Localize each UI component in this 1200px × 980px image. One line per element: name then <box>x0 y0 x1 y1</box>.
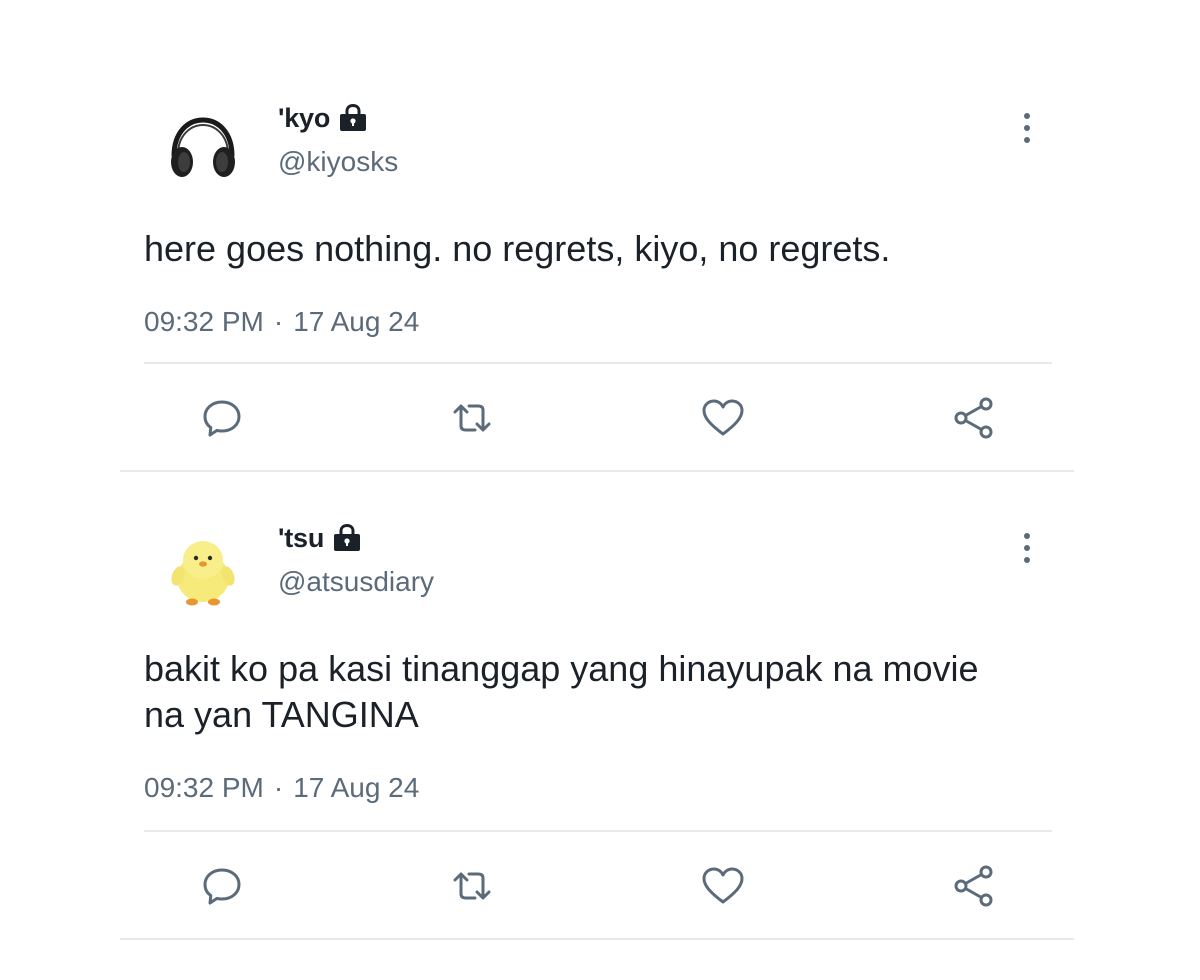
divider <box>144 830 1052 832</box>
handle[interactable]: @atsusdiary <box>278 566 434 598</box>
separator: · <box>273 306 284 337</box>
share-button[interactable] <box>950 394 998 442</box>
separator: · <box>273 772 284 803</box>
tweet-divider <box>120 938 1074 940</box>
share-icon <box>954 397 993 439</box>
avatar[interactable] <box>164 110 242 188</box>
tweet-date: 17 Aug 24 <box>293 772 420 803</box>
chick-plush-icon <box>164 530 242 608</box>
divider <box>144 362 1052 364</box>
tweet-time: 09:32 PM <box>144 306 264 337</box>
retweet-button[interactable] <box>448 394 496 442</box>
action-bar <box>120 854 1074 914</box>
tweet-text: bakit ko pa kasi tinanggap yang hinayupa… <box>144 648 979 735</box>
retweet-icon <box>453 404 491 432</box>
tweet-text: here goes nothing. no regrets, kiyo, no … <box>144 228 891 269</box>
like-icon <box>702 399 744 436</box>
lock-icon <box>340 104 367 131</box>
display-name[interactable]: 'tsu <box>278 523 324 554</box>
tweet-divider <box>120 470 1074 472</box>
reply-icon <box>203 400 241 437</box>
reply-button[interactable] <box>198 394 246 442</box>
like-button[interactable] <box>699 394 747 442</box>
tweet-time: 09:32 PM <box>144 772 264 803</box>
timestamp: 09:32 PM · 17 Aug 24 <box>144 772 419 804</box>
headphones-icon <box>164 110 242 188</box>
lock-icon <box>334 524 361 551</box>
reply-icon <box>203 868 241 905</box>
share-icon <box>954 865 993 907</box>
more-vertical-icon[interactable] <box>1020 110 1034 146</box>
reply-button[interactable] <box>198 862 246 910</box>
share-button[interactable] <box>950 862 998 910</box>
more-vertical-icon[interactable] <box>1020 530 1034 566</box>
tweet-card[interactable]: 'tsu @atsusdiary bakit ko pa kasi tinang… <box>120 510 1074 940</box>
handle[interactable]: @kiyosks <box>278 146 398 178</box>
display-name[interactable]: 'kyo <box>278 103 330 134</box>
timestamp: 09:32 PM · 17 Aug 24 <box>144 306 419 338</box>
tweet-card[interactable]: 'kyo @kiyosks here goes nothing. no regr… <box>120 90 1074 472</box>
retweet-icon <box>453 872 491 900</box>
avatar[interactable] <box>164 530 242 608</box>
retweet-button[interactable] <box>448 862 496 910</box>
like-button[interactable] <box>699 862 747 910</box>
action-bar <box>120 386 1074 446</box>
tweet-date: 17 Aug 24 <box>293 306 420 337</box>
like-icon <box>702 867 744 904</box>
